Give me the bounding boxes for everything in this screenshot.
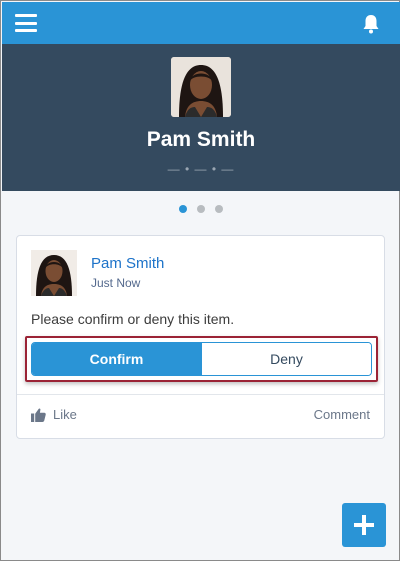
deny-button[interactable]: Deny: [201, 343, 371, 375]
top-navigation-bar: [2, 2, 400, 44]
carousel-dot-2[interactable]: [197, 205, 205, 213]
like-label: Like: [53, 407, 77, 422]
add-fab-button[interactable]: [342, 503, 386, 547]
card-divider: [17, 394, 384, 395]
post-body-text: Please confirm or deny this item.: [31, 311, 235, 327]
carousel-dot-1[interactable]: [179, 205, 187, 213]
hamburger-menu-icon[interactable]: [15, 14, 37, 32]
profile-avatar[interactable]: [171, 57, 231, 117]
post-author-name[interactable]: Pam Smith: [91, 255, 164, 272]
bell-icon[interactable]: [362, 14, 380, 34]
thumbs-up-icon: [31, 407, 46, 422]
comment-button[interactable]: Comment: [314, 407, 370, 422]
confirm-button[interactable]: Confirm: [32, 343, 201, 375]
post-author-avatar[interactable]: [31, 250, 77, 296]
header-ornament: — • — • —: [167, 162, 235, 176]
confirm-deny-button-group: Confirm Deny: [31, 342, 372, 376]
profile-header: Pam Smith — • — • —: [2, 44, 400, 191]
profile-name: Pam Smith: [146, 128, 256, 151]
post-timestamp: Just Now: [91, 276, 141, 290]
carousel-indicator: [1, 205, 400, 213]
app-frame: Pam Smith — • — • — Pam Smith Just Now P…: [0, 0, 400, 561]
like-button[interactable]: Like: [31, 407, 77, 422]
feed-post-card: Pam Smith Just Now Please confirm or den…: [16, 235, 385, 439]
carousel-dot-3[interactable]: [215, 205, 223, 213]
plus-icon: [354, 515, 374, 535]
